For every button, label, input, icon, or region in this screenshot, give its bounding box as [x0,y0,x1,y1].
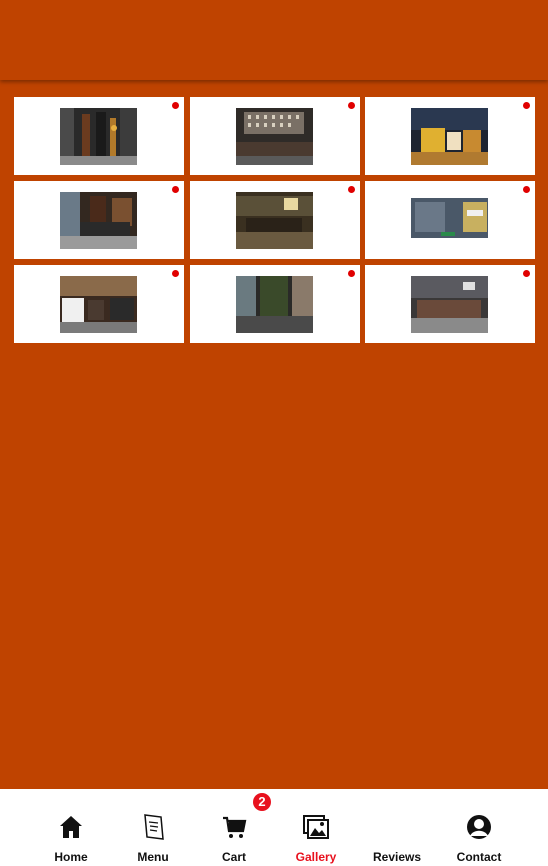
nav-home-label: Home [54,850,88,864]
gallery-tile[interactable] [190,265,360,343]
nav-menu[interactable]: Menu [112,789,194,866]
nav-cart-label: Cart [221,850,246,864]
gallery-tile[interactable] [365,181,535,259]
nav-menu-label: Menu [137,850,169,864]
gallery-photo [236,108,313,165]
gallery-tile[interactable] [190,181,360,259]
new-indicator-dot [348,102,355,109]
gallery-tile[interactable] [190,97,360,175]
cart-icon [220,813,248,841]
gallery-tile[interactable] [14,181,184,259]
gallery-icon [302,813,330,841]
gallery-photo [60,192,137,249]
gallery-tile[interactable] [365,265,535,343]
contact-icon [465,813,493,841]
new-indicator-dot [523,270,530,277]
gallery-photo [236,192,313,249]
gallery-photo [60,276,137,333]
gallery-photo [411,276,488,333]
nav-home[interactable]: Home [30,789,112,866]
nav-contact-label: Contact [456,850,502,864]
app-header [0,0,548,80]
home-icon [57,813,85,841]
gallery-photo [236,276,313,333]
new-indicator-dot [348,270,355,277]
nav-gallery-label: Gallery [295,850,337,864]
nav-reviews[interactable]: Reviews [356,789,438,866]
nav-contact[interactable]: Contact [438,789,520,866]
nav-reviews-label: Reviews [372,850,422,864]
gallery-tile[interactable] [14,265,184,343]
gallery-photo [411,108,488,165]
new-indicator-dot [172,186,179,193]
cart-count-badge: 2 [253,793,271,811]
gallery-photo [60,108,137,165]
gallery-photo [411,192,488,249]
gallery-tile[interactable] [365,97,535,175]
nav-gallery[interactable]: Gallery [275,789,357,866]
new-indicator-dot [172,102,179,109]
bottom-nav: Home Menu Cart Gallery Reviews Contact [0,789,548,866]
new-indicator-dot [523,102,530,109]
new-indicator-dot [172,270,179,277]
new-indicator-dot [348,186,355,193]
new-indicator-dot [523,186,530,193]
menu-book-icon [139,813,167,841]
gallery-tile[interactable] [14,97,184,175]
